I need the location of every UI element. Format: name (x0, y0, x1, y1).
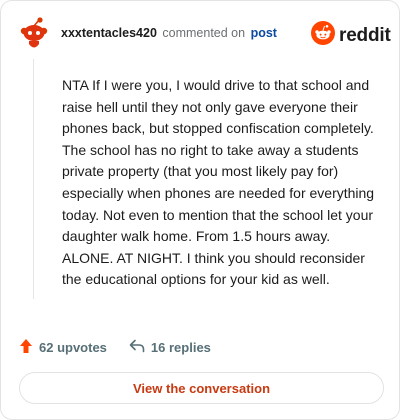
commented-on-text: commented on (162, 26, 246, 40)
comment-embed-card: xxxtentacles420 commented on post reddit… (0, 0, 400, 420)
post-link[interactable]: post (251, 26, 277, 40)
comment-body: NTA If I were you, I would drive to that… (62, 77, 375, 288)
thread-line (33, 59, 34, 299)
upvotes-label: 62 upvotes (39, 340, 107, 355)
replies-count[interactable]: 16 replies (129, 339, 211, 356)
reply-arrow-icon (129, 339, 151, 356)
comment-header: xxxtentacles420 commented on post (61, 26, 277, 40)
comment-footer: 62 upvotes 16 replies (19, 338, 211, 357)
replies-label: 16 replies (150, 340, 211, 355)
comment-author[interactable]: xxxtentacles420 (61, 26, 157, 40)
snoo-avatar-icon[interactable] (19, 17, 49, 51)
reddit-brand[interactable]: reddit (311, 21, 391, 50)
view-conversation-button[interactable]: View the conversation (19, 372, 384, 404)
reddit-logo-icon (311, 21, 335, 50)
reddit-wordmark: reddit (339, 24, 391, 46)
upvotes-count[interactable]: 62 upvotes (19, 338, 107, 357)
upvote-arrow-icon (19, 338, 39, 357)
